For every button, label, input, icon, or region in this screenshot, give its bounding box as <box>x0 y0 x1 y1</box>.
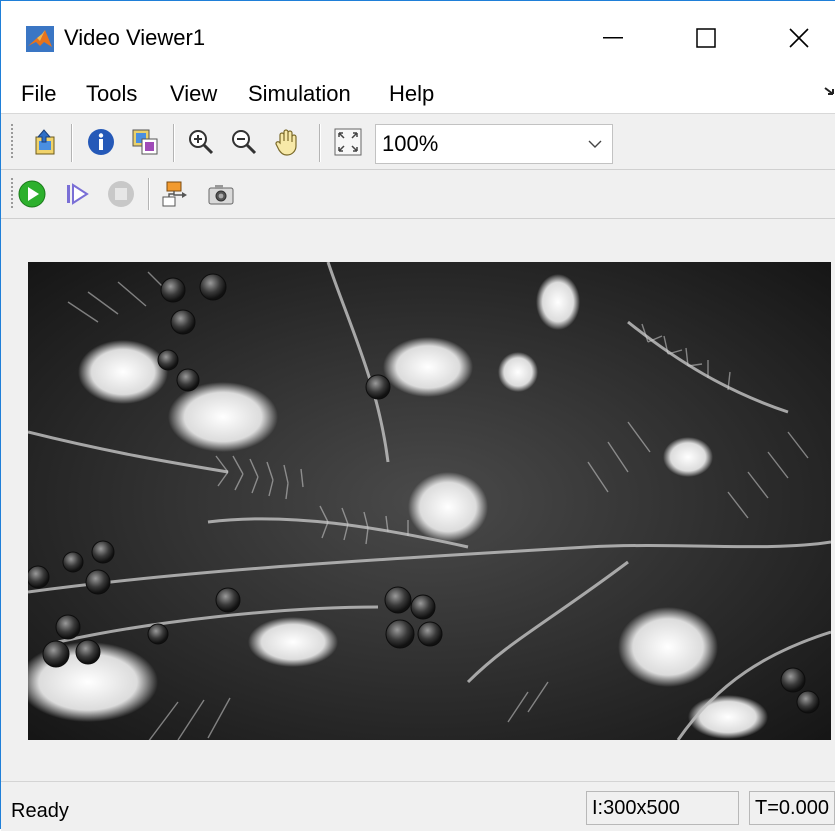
matlab-logo-icon <box>26 26 54 52</box>
zoom-in-icon <box>189 130 214 155</box>
toolbar-grip[interactable] <box>11 178 13 210</box>
info-icon <box>88 129 114 155</box>
status-bar: Ready I:300x500 T=0.000 <box>1 781 835 831</box>
maximize-button[interactable] <box>679 17 733 59</box>
menu-file[interactable]: File <box>19 80 58 108</box>
menu-help[interactable]: Help <box>387 80 436 108</box>
stop-icon <box>108 181 134 207</box>
zoom-out-button[interactable] <box>228 126 260 158</box>
highlight-block-button[interactable] <box>159 178 191 210</box>
minimize-icon <box>603 37 623 39</box>
menu-view[interactable]: View <box>168 80 219 108</box>
fit-to-window-icon <box>334 128 362 156</box>
image-size-field: I:300x500 <box>586 791 739 825</box>
print-to-figure-icon <box>35 129 55 155</box>
maximize-icon <box>696 28 716 48</box>
step-forward-button[interactable] <box>61 178 93 210</box>
sim-time-value: T=0.000 <box>755 797 829 819</box>
maintain-fit-button[interactable] <box>129 126 161 158</box>
snapshot-button[interactable] <box>205 178 237 210</box>
snapshot-camera-icon <box>208 185 234 205</box>
toolbar-grip[interactable] <box>11 124 13 160</box>
run-icon <box>18 180 46 208</box>
sim-time-field: T=0.000 <box>749 791 835 825</box>
window-title: Video Viewer1 <box>64 25 206 50</box>
zoom-out-icon <box>232 130 257 155</box>
status-message: Ready <box>11 800 69 822</box>
menu-bar: File Tools View Simulation Help <box>1 75 835 114</box>
image-size-value: I:300x500 <box>592 797 680 819</box>
info-button[interactable] <box>85 126 117 158</box>
maintain-fit-icon <box>132 129 158 155</box>
pan-button[interactable] <box>271 126 303 158</box>
step-forward-icon <box>67 183 89 205</box>
video-display-area[interactable] <box>1 219 835 781</box>
close-icon <box>789 28 809 48</box>
close-button[interactable] <box>772 17 826 59</box>
zoom-in-button[interactable] <box>185 126 217 158</box>
chevron-down-icon <box>588 140 602 148</box>
video-frame-image <box>28 262 831 740</box>
highlight-block-icon <box>162 181 187 207</box>
print-to-figure-button[interactable] <box>28 126 60 158</box>
run-button[interactable] <box>16 178 48 210</box>
menu-simulation[interactable]: Simulation <box>246 80 353 108</box>
stop-button[interactable] <box>105 178 137 210</box>
minimize-button[interactable] <box>586 17 640 59</box>
video-frame[interactable] <box>28 262 831 740</box>
video-viewer-window: Video Viewer1 File Tools View Simulation… <box>0 0 835 831</box>
simulation-toolbar <box>1 170 835 219</box>
undock-arrow-icon[interactable] <box>823 85 835 99</box>
fit-to-window-button[interactable] <box>332 126 364 158</box>
zoom-level-select[interactable]: 100% <box>375 124 613 164</box>
pan-hand-icon <box>275 129 297 156</box>
zoom-level-value: 100% <box>382 131 439 156</box>
main-toolbar: 100% <box>1 114 835 170</box>
title-bar[interactable]: Video Viewer1 <box>1 1 835 75</box>
menu-tools[interactable]: Tools <box>84 80 139 108</box>
